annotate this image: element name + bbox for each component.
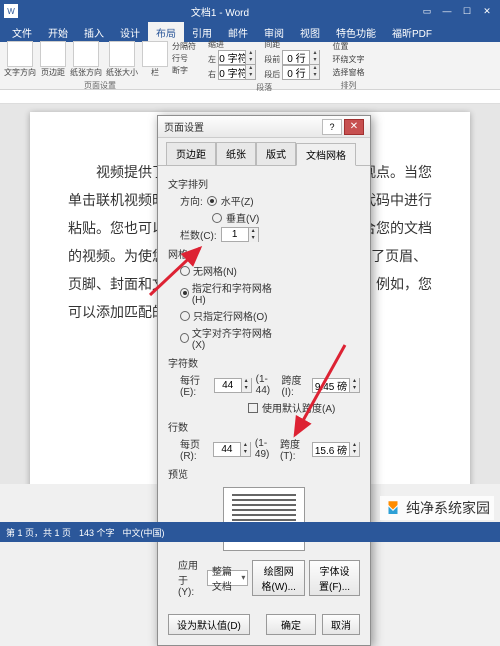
dialog-footer: 设为默认值(D) 确定 取消: [158, 608, 370, 645]
window-titlebar: W 文档1 - Word ▭ — ☐ ✕: [0, 0, 500, 22]
group-paragraph: 缩进 左 ▴▾ 右 ▴▾ 间距 段前 ▴▾ 段后 ▴▾ 段落: [208, 39, 320, 93]
chars-per-line-spin[interactable]: ▴▾: [214, 378, 252, 393]
dialog-help-button[interactable]: ?: [322, 119, 342, 135]
word-icon: W: [4, 4, 18, 18]
lines-section: 行数: [168, 419, 360, 434]
chars-section: 字符数: [168, 355, 360, 370]
hyphenation-button[interactable]: 断字: [172, 65, 196, 76]
dialog-close-button[interactable]: ✕: [344, 119, 364, 135]
dialog-tabs: 页边距 纸张 版式 文档网格: [158, 138, 370, 165]
radio-vertical[interactable]: [212, 213, 222, 223]
line-pitch-spin[interactable]: ▴▾: [312, 442, 360, 457]
dlg-tab-paper[interactable]: 纸张: [216, 142, 256, 165]
radio-char-line-grid[interactable]: 指定行和字符网格(H): [180, 280, 272, 306]
indent-left-input[interactable]: ▴▾: [218, 50, 256, 65]
size-button[interactable]: [109, 41, 135, 67]
line-numbers-button[interactable]: 行号: [172, 53, 196, 64]
lines-per-page-spin[interactable]: ▴▾: [213, 442, 251, 457]
tab-design[interactable]: 设计: [112, 22, 148, 43]
selection-pane-button[interactable]: 选择窗格: [332, 67, 364, 78]
group-page-setup: 文字方向 页边距 纸张方向 纸张大小 栏 分隔符 行号 断字 页面设置: [4, 41, 196, 91]
radio-no-grid[interactable]: 无网格(N): [180, 263, 272, 278]
group-arrange: 位置 环绕文字 选择窗格 排列: [332, 41, 364, 91]
text-direction-button[interactable]: [7, 41, 33, 67]
ok-button[interactable]: 确定: [266, 614, 316, 635]
watermark-icon: [384, 499, 402, 517]
watermark-text: 纯净系统家园: [406, 498, 490, 518]
tab-foxit[interactable]: 福昕PDF: [384, 22, 440, 43]
orientation-button[interactable]: [73, 41, 99, 67]
spacing-before-input[interactable]: ▴▾: [282, 50, 320, 65]
dialog-titlebar[interactable]: 页面设置 ? ✕: [158, 116, 370, 138]
status-page[interactable]: 第 1 页，共 1 页: [6, 526, 71, 539]
maximize-button[interactable]: ☐: [458, 3, 476, 19]
tab-special[interactable]: 特色功能: [328, 22, 384, 43]
status-language[interactable]: 中文(中国): [123, 526, 165, 539]
wrap-text-button[interactable]: 环绕文字: [332, 54, 364, 65]
use-default-pitch-checkbox[interactable]: [248, 403, 258, 413]
margins-button[interactable]: [40, 41, 66, 67]
text-direction-section: 文字排列: [168, 176, 360, 191]
spacing-after-input[interactable]: ▴▾: [282, 65, 320, 80]
close-window-button[interactable]: ✕: [478, 3, 496, 19]
set-default-button[interactable]: 设为默认值(D): [168, 614, 250, 635]
tab-file[interactable]: 文件: [4, 22, 40, 43]
status-words[interactable]: 143 个字: [79, 526, 115, 539]
font-settings-button[interactable]: 字体设置(F)...: [309, 560, 360, 596]
radio-line-grid[interactable]: 只指定行网格(O): [180, 308, 272, 323]
columns-spin[interactable]: ▴▾: [221, 227, 259, 242]
tab-layout[interactable]: 布局: [148, 22, 184, 43]
columns-button[interactable]: [142, 41, 168, 67]
indent-right-input[interactable]: ▴▾: [218, 65, 256, 80]
draw-grid-button[interactable]: 绘图网格(W)...: [252, 560, 305, 596]
document-title: 文档1 - Word: [22, 4, 418, 19]
radio-horizontal[interactable]: [207, 196, 217, 206]
dlg-tab-layout[interactable]: 版式: [256, 142, 296, 165]
minimize-button[interactable]: —: [438, 3, 456, 19]
status-bar: 第 1 页，共 1 页 143 个字 中文(中国): [0, 522, 500, 542]
tab-insert[interactable]: 插入: [76, 22, 112, 43]
page-setup-dialog: 页面设置 ? ✕ 页边距 纸张 版式 文档网格 文字排列 方向: 水平(Z) 垂…: [157, 115, 371, 646]
ribbon-options-icon[interactable]: ▭: [418, 3, 436, 19]
apply-to-select[interactable]: 整篇文档: [207, 570, 249, 586]
dialog-title: 页面设置: [164, 119, 320, 134]
dlg-tab-grid[interactable]: 文档网格: [296, 143, 356, 166]
dlg-tab-margins[interactable]: 页边距: [166, 142, 216, 165]
preview-section: 预览: [168, 466, 360, 481]
breaks-button[interactable]: 分隔符: [172, 41, 196, 52]
radio-char-align[interactable]: 文字对齐字符网格(X): [180, 325, 272, 351]
position-button[interactable]: 位置: [332, 41, 364, 52]
tab-home[interactable]: 开始: [40, 22, 76, 43]
cancel-button[interactable]: 取消: [322, 614, 360, 635]
grid-section: 网格: [168, 246, 360, 261]
ribbon-body: 文字方向 页边距 纸张方向 纸张大小 栏 分隔符 行号 断字 页面设置 缩进 左…: [0, 42, 500, 90]
watermark: 纯净系统家园: [380, 496, 494, 520]
char-pitch-spin[interactable]: ▴▾: [312, 378, 360, 393]
